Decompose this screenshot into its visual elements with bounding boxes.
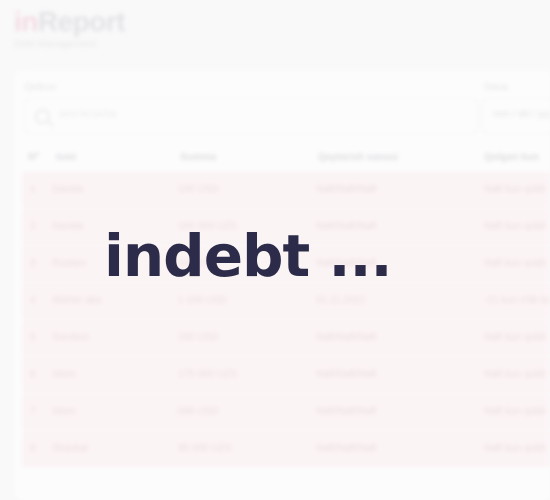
loading-text: indebt ...: [104, 222, 393, 290]
loading-overlay: indebt ...: [0, 0, 550, 500]
